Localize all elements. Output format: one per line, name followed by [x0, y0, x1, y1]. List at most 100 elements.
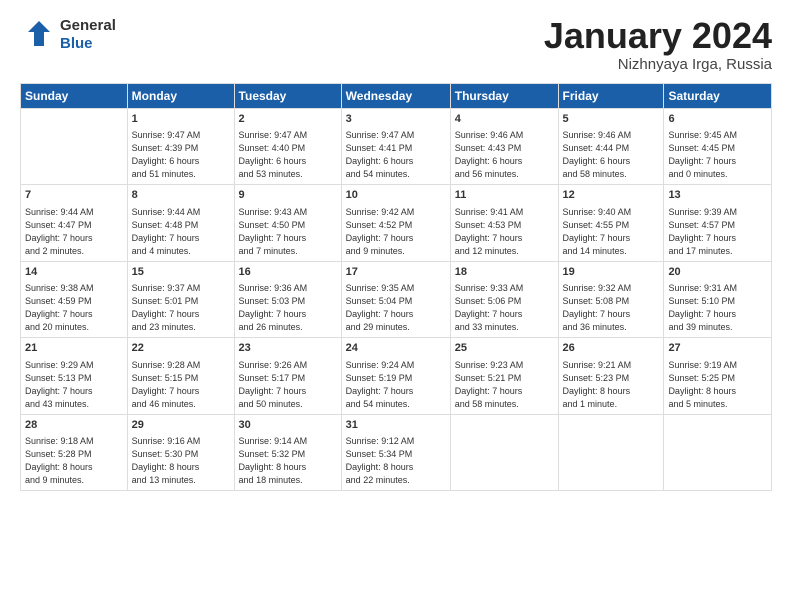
header-friday: Friday — [558, 83, 664, 108]
day-info: Sunrise: 9:41 AM Sunset: 4:53 PM Dayligh… — [455, 206, 554, 258]
calendar-cell: 4 Sunrise: 9:46 AM Sunset: 4:43 PM Daylig… — [450, 108, 558, 185]
day-info: Sunrise: 9:12 AM Sunset: 5:34 PM Dayligh… — [346, 435, 446, 487]
header-thursday: Thursday — [450, 83, 558, 108]
calendar-cell — [21, 108, 128, 185]
day-info: Sunrise: 9:47 AM Sunset: 4:40 PM Dayligh… — [239, 129, 337, 181]
day-number: 27 — [668, 341, 767, 356]
day-info: Sunrise: 9:46 AM Sunset: 4:43 PM Dayligh… — [455, 129, 554, 181]
day-number: 21 — [25, 341, 123, 356]
day-info: Sunrise: 9:44 AM Sunset: 4:48 PM Dayligh… — [132, 206, 230, 258]
calendar-cell — [664, 414, 772, 491]
calendar-cell: 2 Sunrise: 9:47 AM Sunset: 4:40 PM Daylig… — [234, 108, 341, 185]
day-number: 20 — [668, 265, 767, 280]
title-block: January 2024 Nizhnyaya Irga, Russia — [544, 16, 772, 73]
day-info: Sunrise: 9:21 AM Sunset: 5:23 PM Dayligh… — [563, 359, 660, 411]
day-info: Sunrise: 9:14 AM Sunset: 5:32 PM Dayligh… — [239, 435, 337, 487]
day-number: 26 — [563, 341, 660, 356]
day-number: 19 — [563, 265, 660, 280]
calendar-cell: 13Sunrise: 9:39 AM Sunset: 4:57 PM Dayli… — [664, 185, 772, 262]
calendar-title: January 2024 — [544, 16, 772, 56]
day-number: 9 — [239, 188, 337, 203]
day-number: 17 — [346, 265, 446, 280]
header-tuesday: Tuesday — [234, 83, 341, 108]
day-number: 29 — [132, 418, 230, 433]
day-info: Sunrise: 9:44 AM Sunset: 4:47 PM Dayligh… — [25, 206, 123, 258]
day-number: 6 — [668, 112, 767, 127]
logo-general-text: General — [60, 17, 116, 35]
day-info: Sunrise: 9:18 AM Sunset: 5:28 PM Dayligh… — [25, 435, 123, 487]
day-number: 28 — [25, 418, 123, 433]
header-sunday: Sunday — [21, 83, 128, 108]
calendar-cell: 19 Sunrise: 9:32 AM Sunset: 5:08 PM Dayli… — [558, 261, 664, 338]
calendar-subtitle: Nizhnyaya Irga, Russia — [544, 56, 772, 73]
day-info: Sunrise: 9:33 AM Sunset: 5:06 PM Dayligh… — [455, 282, 554, 334]
calendar-cell: 17 Sunrise: 9:35 AM Sunset: 5:04 PM Dayli… — [341, 261, 450, 338]
day-number: 16 — [239, 265, 337, 280]
day-number: 4 — [455, 112, 554, 127]
calendar-cell: 3 Sunrise: 9:47 AM Sunset: 4:41 PM Daylig… — [341, 108, 450, 185]
calendar-cell: 24 Sunrise: 9:24 AM Sunset: 5:19 PM Dayli… — [341, 338, 450, 415]
day-info: Sunrise: 9:16 AM Sunset: 5:30 PM Dayligh… — [132, 435, 230, 487]
calendar-cell: 11Sunrise: 9:41 AM Sunset: 4:53 PM Dayli… — [450, 185, 558, 262]
calendar-cell: 29 Sunrise: 9:16 AM Sunset: 5:30 PM Dayli… — [127, 414, 234, 491]
calendar-week-5: 28 Sunrise: 9:18 AM Sunset: 5:28 PM Dayli… — [21, 414, 772, 491]
calendar-cell: 23Sunrise: 9:26 AM Sunset: 5:17 PM Dayli… — [234, 338, 341, 415]
day-info: Sunrise: 9:29 AM Sunset: 5:13 PM Dayligh… — [25, 359, 123, 411]
day-info: Sunrise: 9:36 AM Sunset: 5:03 PM Dayligh… — [239, 282, 337, 334]
calendar-cell: 6 Sunrise: 9:45 AM Sunset: 4:45 PM Daylig… — [664, 108, 772, 185]
day-number: 12 — [563, 188, 660, 203]
calendar-cell: 1Sunrise: 9:47 AM Sunset: 4:39 PM Daylig… — [127, 108, 234, 185]
calendar-cell: 28 Sunrise: 9:18 AM Sunset: 5:28 PM Dayli… — [21, 414, 128, 491]
day-number: 25 — [455, 341, 554, 356]
day-number: 14 — [25, 265, 123, 280]
day-info: Sunrise: 9:45 AM Sunset: 4:45 PM Dayligh… — [668, 129, 767, 181]
calendar-cell: 7 Sunrise: 9:44 AM Sunset: 4:47 PM Daylig… — [21, 185, 128, 262]
calendar-cell: 27Sunrise: 9:19 AM Sunset: 5:25 PM Dayli… — [664, 338, 772, 415]
day-info: Sunrise: 9:37 AM Sunset: 5:01 PM Dayligh… — [132, 282, 230, 334]
calendar-cell: 26 Sunrise: 9:21 AM Sunset: 5:23 PM Dayli… — [558, 338, 664, 415]
calendar-cell — [558, 414, 664, 491]
logo-icon — [20, 16, 58, 54]
calendar-cell: 22Sunrise: 9:28 AM Sunset: 5:15 PM Dayli… — [127, 338, 234, 415]
day-number: 8 — [132, 188, 230, 203]
day-info: Sunrise: 9:40 AM Sunset: 4:55 PM Dayligh… — [563, 206, 660, 258]
calendar-table: Sunday Monday Tuesday Wednesday Thursday… — [20, 83, 772, 492]
day-info: Sunrise: 9:24 AM Sunset: 5:19 PM Dayligh… — [346, 359, 446, 411]
calendar-cell: 21 Sunrise: 9:29 AM Sunset: 5:13 PM Dayli… — [21, 338, 128, 415]
day-info: Sunrise: 9:39 AM Sunset: 4:57 PM Dayligh… — [668, 206, 767, 258]
calendar-cell: 12 Sunrise: 9:40 AM Sunset: 4:55 PM Dayli… — [558, 185, 664, 262]
header: GeneralBlue January 2024 Nizhnyaya Irga,… — [20, 16, 772, 73]
day-number: 2 — [239, 112, 337, 127]
calendar-cell: 30Sunrise: 9:14 AM Sunset: 5:32 PM Dayli… — [234, 414, 341, 491]
day-info: Sunrise: 9:32 AM Sunset: 5:08 PM Dayligh… — [563, 282, 660, 334]
day-info: Sunrise: 9:38 AM Sunset: 4:59 PM Dayligh… — [25, 282, 123, 334]
calendar-cell: 31 Sunrise: 9:12 AM Sunset: 5:34 PM Dayli… — [341, 414, 450, 491]
day-number: 5 — [563, 112, 660, 127]
calendar-cell: 5Sunrise: 9:46 AM Sunset: 4:44 PM Daylig… — [558, 108, 664, 185]
calendar-cell: 25Sunrise: 9:23 AM Sunset: 5:21 PM Dayli… — [450, 338, 558, 415]
header-monday: Monday — [127, 83, 234, 108]
day-number: 31 — [346, 418, 446, 433]
calendar-week-3: 14 Sunrise: 9:38 AM Sunset: 4:59 PM Dayli… — [21, 261, 772, 338]
logo-blue-text: Blue — [60, 35, 116, 53]
day-info: Sunrise: 9:47 AM Sunset: 4:41 PM Dayligh… — [346, 129, 446, 181]
calendar-week-2: 7 Sunrise: 9:44 AM Sunset: 4:47 PM Daylig… — [21, 185, 772, 262]
day-number: 15 — [132, 265, 230, 280]
day-number: 10 — [346, 188, 446, 203]
header-wednesday: Wednesday — [341, 83, 450, 108]
header-saturday: Saturday — [664, 83, 772, 108]
day-number: 3 — [346, 112, 446, 127]
calendar-cell: 8 Sunrise: 9:44 AM Sunset: 4:48 PM Daylig… — [127, 185, 234, 262]
calendar-cell: 9 Sunrise: 9:43 AM Sunset: 4:50 PM Daylig… — [234, 185, 341, 262]
calendar-week-1: 1Sunrise: 9:47 AM Sunset: 4:39 PM Daylig… — [21, 108, 772, 185]
day-info: Sunrise: 9:43 AM Sunset: 4:50 PM Dayligh… — [239, 206, 337, 258]
calendar-cell — [450, 414, 558, 491]
calendar-week-4: 21 Sunrise: 9:29 AM Sunset: 5:13 PM Dayli… — [21, 338, 772, 415]
day-number: 22 — [132, 341, 230, 356]
day-number: 7 — [25, 188, 123, 203]
calendar-cell: 10Sunrise: 9:42 AM Sunset: 4:52 PM Dayli… — [341, 185, 450, 262]
day-number: 23 — [239, 341, 337, 356]
day-info: Sunrise: 9:35 AM Sunset: 5:04 PM Dayligh… — [346, 282, 446, 334]
calendar-cell: 18Sunrise: 9:33 AM Sunset: 5:06 PM Dayli… — [450, 261, 558, 338]
day-number: 24 — [346, 341, 446, 356]
